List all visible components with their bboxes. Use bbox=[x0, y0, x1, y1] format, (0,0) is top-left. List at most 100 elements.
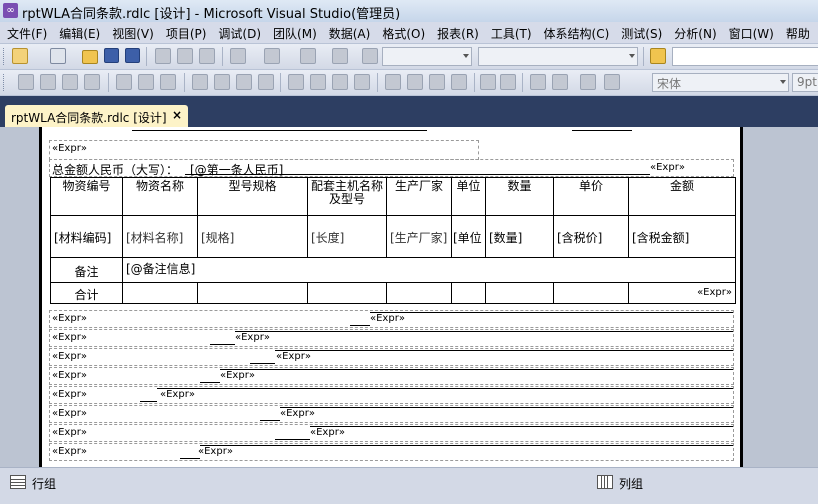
header-cell[interactable]: 单价 bbox=[553, 177, 629, 216]
expr-textbox[interactable]: «Expr» bbox=[49, 140, 479, 160]
menu-data[interactable]: 数据(A) bbox=[322, 22, 376, 42]
expr-row[interactable]: «Expr» «Expr» bbox=[49, 424, 734, 442]
expr-row[interactable]: «Expr» «Expr» bbox=[49, 443, 734, 461]
row-groups-label[interactable]: 行组 bbox=[32, 475, 56, 492]
horizontal-spacing-equal-icon[interactable] bbox=[288, 74, 304, 90]
total-amount-textbox[interactable]: 总金额人民币（大写）： [@第一条人民币] «Expr» bbox=[49, 159, 734, 177]
menu-test[interactable]: 测试(S) bbox=[614, 22, 667, 42]
toolbar-grip[interactable] bbox=[3, 74, 7, 91]
total-label-cell[interactable]: 合计 bbox=[50, 282, 123, 304]
make-same-height-icon[interactable] bbox=[214, 74, 230, 90]
detail-cell[interactable]: [生产厂家] bbox=[386, 215, 452, 258]
detail-cell[interactable]: [含税金额] bbox=[628, 215, 736, 258]
expr-row[interactable]: «Expr» «Expr» bbox=[49, 329, 734, 347]
paste-icon[interactable] bbox=[199, 48, 215, 64]
menu-debug[interactable]: 调试(D) bbox=[211, 22, 266, 42]
detail-cell[interactable]: [长度] bbox=[307, 215, 387, 258]
expr-row[interactable]: «Expr» «Expr» bbox=[49, 386, 734, 404]
detail-cell[interactable]: [材料编码] bbox=[50, 215, 123, 258]
increase-vertical-spacing-icon[interactable] bbox=[407, 74, 423, 90]
expr-row[interactable]: «Expr» «Expr» bbox=[49, 348, 734, 366]
open-folder-icon[interactable] bbox=[82, 50, 98, 64]
total-cell[interactable] bbox=[307, 282, 387, 304]
solution-configuration-select[interactable] bbox=[382, 47, 472, 66]
menu-architecture[interactable]: 体系结构(C) bbox=[537, 22, 615, 42]
menu-window[interactable]: 窗口(W) bbox=[722, 22, 779, 42]
remark-value-cell[interactable]: [@备注信息] bbox=[122, 257, 736, 283]
materials-table[interactable]: 物资编号 物资名称 型号规格 配套主机名称及型号 生产厂家 单位 数量 单价 金… bbox=[50, 177, 736, 304]
align-centers-icon[interactable] bbox=[62, 74, 78, 90]
close-icon[interactable]: × bbox=[172, 108, 182, 122]
detail-cell[interactable]: [材料名称] bbox=[122, 215, 198, 258]
detail-cell[interactable]: [单位 bbox=[451, 215, 486, 258]
cut-icon[interactable] bbox=[155, 48, 171, 64]
total-expr-cell[interactable]: «Expr» bbox=[628, 282, 736, 304]
vertical-spacing-equal-icon[interactable] bbox=[385, 74, 401, 90]
header-cell[interactable]: 型号规格 bbox=[197, 177, 308, 216]
start-debugging-icon[interactable] bbox=[362, 48, 378, 64]
menu-help[interactable]: 帮助 bbox=[779, 22, 815, 42]
save-all-icon[interactable] bbox=[125, 48, 140, 63]
copy-icon[interactable] bbox=[177, 48, 193, 64]
decrease-horizontal-spacing-icon[interactable] bbox=[332, 74, 348, 90]
remove-vertical-spacing-icon[interactable] bbox=[451, 74, 467, 90]
expr-row[interactable]: «Expr» «Expr» bbox=[49, 367, 734, 385]
menu-team[interactable]: 团队(M) bbox=[266, 22, 322, 42]
bring-to-front-icon[interactable] bbox=[530, 74, 546, 90]
send-to-back-icon[interactable] bbox=[552, 74, 568, 90]
total-cell[interactable] bbox=[386, 282, 452, 304]
menu-project[interactable]: 项目(P) bbox=[159, 22, 212, 42]
lock-controls-icon[interactable] bbox=[604, 74, 620, 90]
align-rights-icon[interactable] bbox=[84, 74, 100, 90]
detail-cell[interactable]: [数量] bbox=[485, 215, 554, 258]
navigate-backward-icon[interactable] bbox=[300, 48, 316, 64]
font-name-select[interactable]: 宋体 bbox=[652, 73, 789, 92]
menu-file[interactable]: 文件(F) bbox=[0, 22, 52, 42]
font-size-select[interactable]: 9pt bbox=[792, 73, 818, 92]
report-body[interactable]: «Expr» 总金额人民币（大写）： [@第一条人民币] «Expr» 物资编号… bbox=[42, 127, 740, 467]
navigate-forward-icon[interactable] bbox=[332, 48, 348, 64]
find-input[interactable] bbox=[672, 47, 818, 66]
column-groups-label[interactable]: 列组 bbox=[619, 475, 643, 492]
tab-report-design[interactable]: rptWLA合同条款.rdlc [设计] × bbox=[5, 105, 188, 127]
menu-tools[interactable]: 工具(T) bbox=[484, 22, 537, 42]
solution-platform-select[interactable] bbox=[478, 47, 638, 66]
detail-cell[interactable]: [含税价] bbox=[553, 215, 629, 258]
center-vertically-icon[interactable] bbox=[500, 74, 516, 90]
total-cell[interactable] bbox=[197, 282, 308, 304]
tab-order-icon[interactable] bbox=[580, 74, 596, 90]
expr-row[interactable]: «Expr» «Expr» bbox=[49, 310, 734, 328]
decrease-vertical-spacing-icon[interactable] bbox=[429, 74, 445, 90]
header-cell[interactable]: 物资编号 bbox=[50, 177, 123, 216]
align-tops-icon[interactable] bbox=[116, 74, 132, 90]
detail-cell[interactable]: [规格] bbox=[197, 215, 308, 258]
menu-analyze[interactable]: 分析(N) bbox=[667, 22, 721, 42]
header-cell[interactable]: 配套主机名称及型号 bbox=[307, 177, 387, 216]
center-horizontally-icon[interactable] bbox=[480, 74, 496, 90]
undo-icon[interactable] bbox=[230, 48, 246, 64]
increase-horizontal-spacing-icon[interactable] bbox=[310, 74, 326, 90]
header-cell[interactable]: 数量 bbox=[485, 177, 554, 216]
total-cell[interactable] bbox=[553, 282, 629, 304]
menu-format[interactable]: 格式(O) bbox=[375, 22, 430, 42]
toolbar-grip[interactable] bbox=[3, 48, 7, 65]
remark-label-cell[interactable]: 备注 bbox=[50, 257, 123, 283]
align-middles-icon[interactable] bbox=[138, 74, 154, 90]
save-icon[interactable] bbox=[104, 48, 119, 63]
add-item-icon[interactable] bbox=[50, 48, 66, 64]
align-to-grid-icon[interactable] bbox=[18, 74, 34, 90]
make-same-width-icon[interactable] bbox=[192, 74, 208, 90]
size-to-grid-icon[interactable] bbox=[258, 74, 274, 90]
redo-icon[interactable] bbox=[264, 48, 280, 64]
total-cell[interactable] bbox=[122, 282, 198, 304]
header-cell[interactable]: 生产厂家 bbox=[386, 177, 452, 216]
menu-report[interactable]: 报表(R) bbox=[430, 22, 484, 42]
menu-edit[interactable]: 编辑(E) bbox=[52, 22, 105, 42]
header-cell[interactable]: 物资名称 bbox=[122, 177, 198, 216]
header-cell[interactable]: 金额 bbox=[628, 177, 736, 216]
header-cell[interactable]: 单位 bbox=[451, 177, 486, 216]
make-same-size-icon[interactable] bbox=[236, 74, 252, 90]
total-cell[interactable] bbox=[485, 282, 554, 304]
menu-view[interactable]: 视图(V) bbox=[105, 22, 159, 42]
find-in-files-icon[interactable] bbox=[650, 48, 666, 64]
